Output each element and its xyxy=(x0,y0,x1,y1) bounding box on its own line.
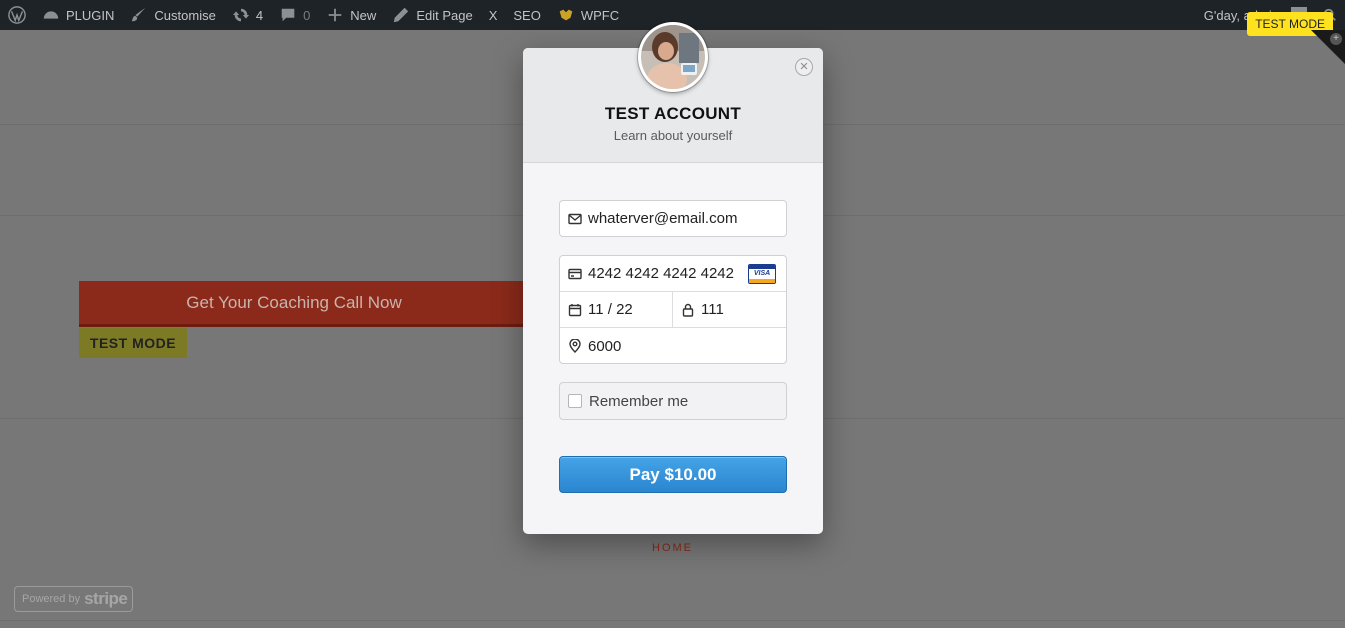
corner-plus-icon[interactable]: + xyxy=(1330,33,1342,45)
edit-page-label: Edit Page xyxy=(416,7,473,23)
new-content-menu[interactable]: New xyxy=(318,0,384,30)
remember-me-checkbox[interactable] xyxy=(568,394,582,408)
card-brand-label: VISA xyxy=(753,270,771,277)
powered-by-label: Powered by xyxy=(22,593,81,605)
footer-home-link[interactable]: HOME xyxy=(652,542,693,554)
envelope-icon xyxy=(568,213,582,224)
expiry-value: 11 / 22 xyxy=(588,301,633,318)
new-label: New xyxy=(350,7,377,23)
wpfc-menu[interactable]: WPFC xyxy=(549,0,627,30)
comments-count: 0 xyxy=(303,7,311,23)
updates-link[interactable]: 4 xyxy=(224,0,271,30)
email-value: whaterver@email.com xyxy=(588,210,738,227)
pencil-icon xyxy=(394,7,409,23)
updates-count: 4 xyxy=(255,7,264,23)
merchant-avatar xyxy=(638,22,708,92)
coaching-call-label: Get Your Coaching Call Now xyxy=(186,292,402,312)
wordpress-logo-icon[interactable] xyxy=(0,0,34,30)
credit-card-icon xyxy=(568,268,582,279)
seo-menu[interactable]: SEO xyxy=(505,0,548,30)
checkout-modal: × TEST ACCOUNT Learn about yourself what… xyxy=(523,22,823,534)
customise-link[interactable]: Customise xyxy=(122,0,223,30)
remember-me-row[interactable]: Remember me xyxy=(559,382,787,420)
test-mode-badge: TEST MODE xyxy=(79,328,187,358)
zip-field[interactable]: 6000 xyxy=(560,328,786,363)
card-number-field[interactable]: 4242 4242 4242 4242 VISA xyxy=(560,256,786,292)
cvc-value: 111 xyxy=(701,301,724,318)
site-name-label: PLUGIN xyxy=(66,7,115,23)
calendar-icon xyxy=(568,303,582,316)
x-label: X xyxy=(488,7,498,23)
email-field[interactable]: whaterver@email.com xyxy=(559,200,787,237)
seo-label: SEO xyxy=(513,7,541,23)
zip-value: 6000 xyxy=(588,337,622,355)
powered-by-stripe-badge[interactable]: Powered by stripe xyxy=(14,586,133,612)
wpfc-label: WPFC xyxy=(580,7,620,23)
comment-icon xyxy=(281,8,295,22)
brush-icon xyxy=(132,7,146,22)
cvc-field[interactable]: 111 xyxy=(673,292,786,328)
card-number-value: 4242 4242 4242 4242 xyxy=(588,265,734,282)
site-name-menu[interactable]: PLUGIN xyxy=(34,0,122,30)
merchant-photo-icon xyxy=(641,25,705,89)
dashboard-icon xyxy=(43,11,59,19)
expiry-field[interactable]: 11 / 22 xyxy=(560,292,673,328)
checkout-title: TEST ACCOUNT xyxy=(604,104,742,123)
edit-page-link[interactable]: Edit Page xyxy=(384,0,480,30)
x-menu[interactable]: X xyxy=(481,0,506,30)
customise-label: Customise xyxy=(154,7,216,23)
pay-button[interactable]: Pay $10.00 xyxy=(559,456,787,493)
close-button[interactable]: × xyxy=(795,58,813,76)
checkout-subtitle: Learn about yourself xyxy=(613,128,733,143)
section-divider xyxy=(0,620,1345,621)
plus-icon xyxy=(328,8,342,22)
refresh-icon xyxy=(232,8,249,22)
comments-link[interactable]: 0 xyxy=(271,0,318,30)
lock-icon xyxy=(682,303,694,317)
card-details-group: 4242 4242 4242 4242 VISA 11 / 22 111 600… xyxy=(559,255,787,364)
remember-me-label: Remember me xyxy=(589,392,689,410)
stripe-logo: stripe xyxy=(84,589,128,608)
visa-card-icon: VISA xyxy=(748,264,776,284)
cheetah-icon xyxy=(559,9,573,21)
location-pin-icon xyxy=(569,339,581,353)
